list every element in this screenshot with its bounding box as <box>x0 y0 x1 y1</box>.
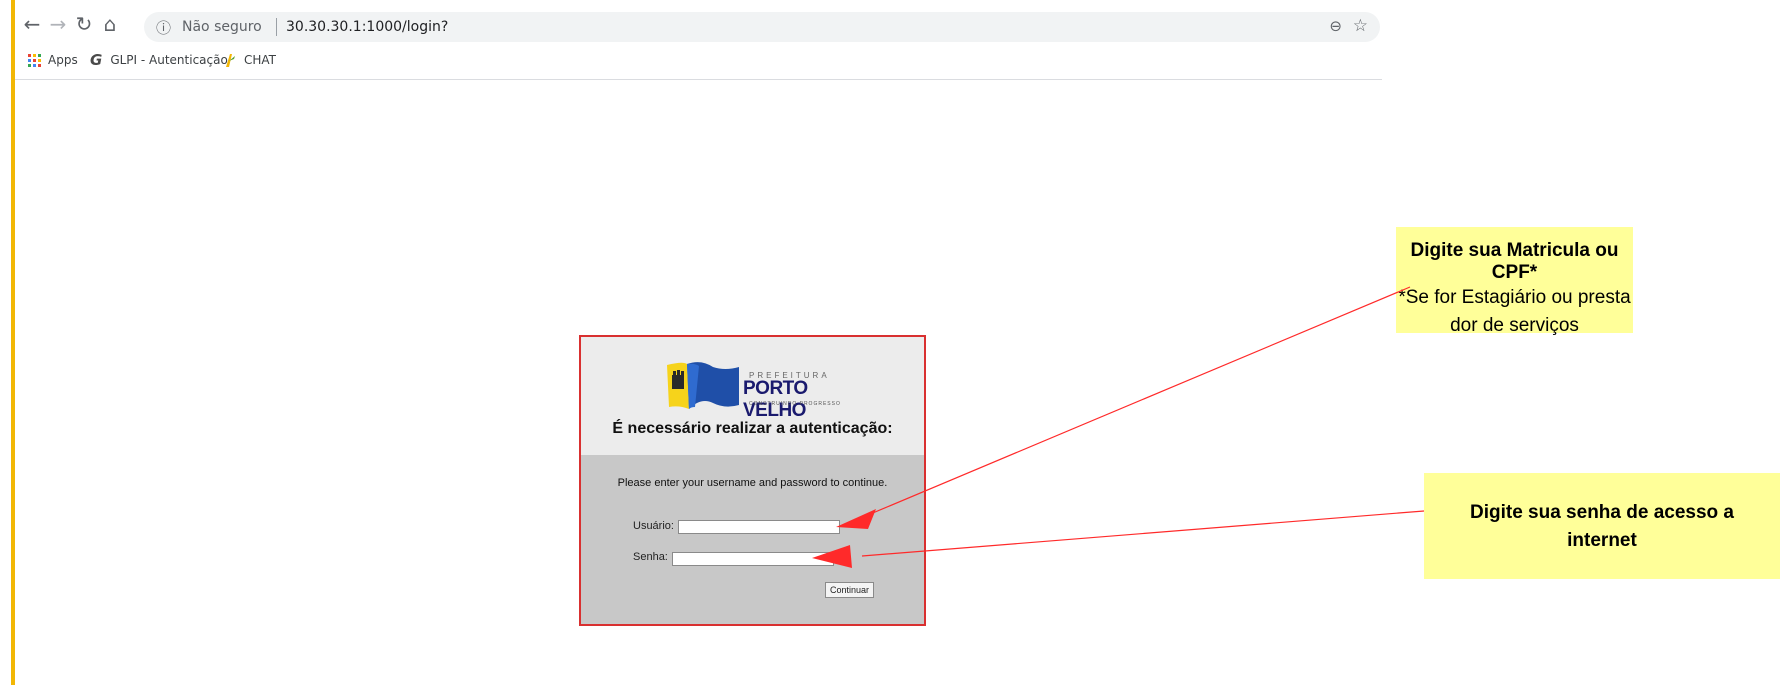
back-arrow-icon[interactable]: ← <box>20 12 44 36</box>
chat-icon <box>226 54 235 67</box>
page-accent-bar <box>11 0 15 685</box>
bookmark-chat[interactable]: CHAT <box>223 48 276 72</box>
apps-grid-icon <box>28 53 41 67</box>
browser-toolbar: ← → ↻ ⌂ ⓘ Não seguro 30.30.30.1:1000/log… <box>20 8 1382 42</box>
bookmark-label: CHAT <box>244 53 277 67</box>
login-header: PREFEITURA PORTO VELHO CONSTRUINDO PROGR… <box>581 337 924 455</box>
annotation-password-note: Digite sua senha de acesso a internet <box>1424 473 1780 579</box>
bookmark-label: GLPI - Autenticação <box>110 53 228 67</box>
password-input[interactable] <box>672 552 834 566</box>
glpi-icon: G <box>90 51 103 69</box>
annotation-body: *Se for Estagiário ou prestador de servi… <box>1398 287 1631 336</box>
login-form: PREFEITURA PORTO VELHO CONSTRUINDO PROGR… <box>579 335 926 626</box>
arrow-username-line <box>867 286 1411 516</box>
logo-main-text: PORTO VELHO <box>743 378 808 421</box>
toolbar-divider <box>15 79 1382 80</box>
zoom-icon[interactable]: ⊖ <box>1329 17 1342 35</box>
login-instructions: Please enter your username and password … <box>617 477 888 489</box>
security-status[interactable]: Não seguro <box>182 19 262 35</box>
address-url[interactable]: 30.30.30.1:1000/login? <box>286 19 448 35</box>
username-label: Usuário: <box>633 520 674 532</box>
username-input[interactable] <box>678 520 840 534</box>
arrow-password-line <box>861 510 1425 557</box>
auth-title: É necessário realizar a autenticação: <box>612 420 893 437</box>
continue-button[interactable]: Continuar <box>825 582 874 598</box>
annotation-title: Digite sua Matricula ou CPF* <box>1410 240 1619 283</box>
bookmark-apps[interactable]: Apps <box>28 48 78 72</box>
password-label: Senha: <box>633 551 668 563</box>
bookmark-label: Apps <box>48 53 78 67</box>
reload-icon[interactable]: ↻ <box>72 12 96 36</box>
porto-velho-logo: PREFEITURA PORTO VELHO CONSTRUINDO PROGR… <box>665 361 845 421</box>
forward-arrow-icon[interactable]: → <box>46 12 70 36</box>
info-icon[interactable]: ⓘ <box>156 17 171 38</box>
bookmarks-bar: Apps G GLPI - Autenticação CHAT <box>20 48 1382 72</box>
annotation-title: Digite sua senha de acesso a internet <box>1469 502 1734 551</box>
annotation-username-note: Digite sua Matricula ou CPF* *Se for Est… <box>1396 227 1633 336</box>
address-bar[interactable]: ⓘ Não seguro 30.30.30.1:1000/login? ⊖ ☆ <box>144 12 1380 42</box>
home-icon[interactable]: ⌂ <box>98 12 122 36</box>
logo-tagline: CONSTRUINDO PROGRESSO <box>749 401 841 407</box>
address-separator <box>276 18 277 36</box>
bookmark-star-icon[interactable]: ☆ <box>1353 16 1368 36</box>
flag-logo-icon <box>667 362 739 409</box>
bookmark-glpi[interactable]: G GLPI - Autenticação <box>90 48 228 72</box>
